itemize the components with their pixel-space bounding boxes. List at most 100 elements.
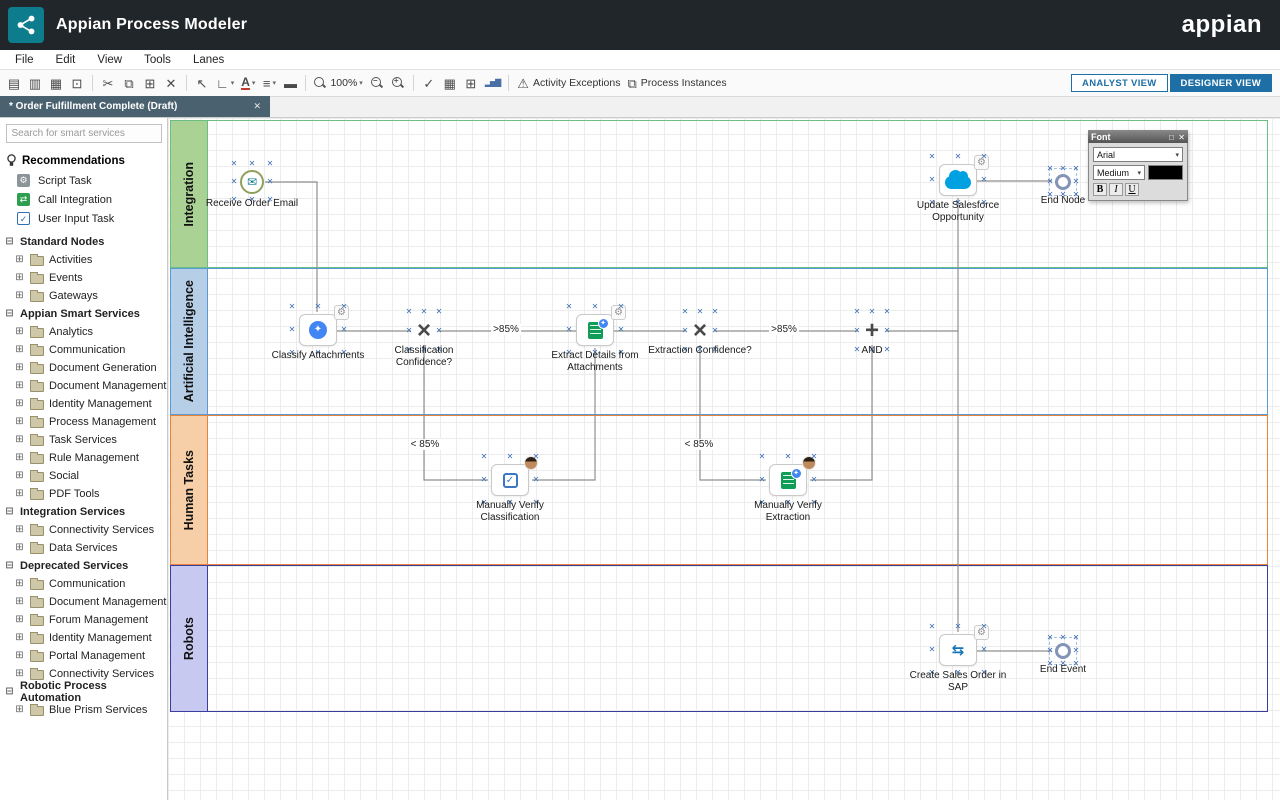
palette-item-portal-management[interactable]: ⊞Portal Management [0,647,167,665]
menu-lanes[interactable]: Lanes [182,52,235,68]
palette-item-identity-management[interactable]: ⊞Identity Management [0,629,167,647]
mail-start-icon[interactable]: ✉✕✕✕✕✕✕✕✕ [240,170,264,194]
minimize-icon[interactable]: □ [1169,133,1174,142]
palette-section-standard-nodes[interactable]: ⊟Standard Nodes [0,233,167,251]
palette-section-robotic-process-automation[interactable]: ⊟Robotic Process Automation [0,683,167,701]
align-icon[interactable]: ▬ [280,73,300,94]
font-family-select[interactable]: Arial ▾ [1093,147,1183,162]
palette-item-identity-management[interactable]: ⊞Identity Management [0,395,167,413]
collapse-icon[interactable]: ⊟ [4,237,15,247]
xor-gateway-icon[interactable]: ×✕✕✕✕✕✕✕✕ [693,320,707,342]
expand-icon[interactable]: ⊞ [14,633,25,643]
expand-icon[interactable]: ⊞ [14,345,25,355]
palette-item-document-management[interactable]: ⊞Document Management [0,377,167,395]
menu-edit[interactable]: Edit [45,52,87,68]
expand-icon[interactable]: ⊞ [14,615,25,625]
gear-icon[interactable]: ⚙ [974,155,989,170]
expand-icon[interactable]: ⊞ [14,327,25,337]
tab-order-fulfillment[interactable]: * Order Fulfillment Complete (Draft) ✕ [0,96,270,117]
grid-view-icon[interactable]: ▦ [440,73,460,94]
palette-item-process-management[interactable]: ⊞Process Management [0,413,167,431]
activity-exceptions-button[interactable]: ⚠Activity Exceptions [514,73,623,94]
expand-icon[interactable]: ⊞ [14,705,25,715]
palette-item-document-generation[interactable]: ⊞Document Generation [0,359,167,377]
text-label-icon[interactable]: A▾ [238,73,258,94]
connector-icon[interactable]: ∟▾ [213,73,237,94]
delete-icon[interactable]: ✕ [161,73,181,94]
task-icon[interactable]: ⇆⚙✕✕✕✕✕✕✕✕ [939,634,977,666]
menu-tools[interactable]: Tools [133,52,182,68]
palette-item-connectivity-services[interactable]: ⊞Connectivity Services [0,521,167,539]
palette-section-deprecated-services[interactable]: ⊟Deprecated Services [0,557,167,575]
expand-icon[interactable]: ⊞ [14,597,25,607]
palette-item-activities[interactable]: ⊞Activities [0,251,167,269]
process-canvas[interactable]: IntegrationArtificial IntelligenceHuman … [168,118,1280,800]
designer-view-button[interactable]: DESIGNER VIEW [1170,74,1272,92]
search-input[interactable] [6,124,162,143]
task-icon[interactable]: ✦⚙✕✕✕✕✕✕✕✕ [299,314,337,346]
palette-item-events[interactable]: ⊞Events [0,269,167,287]
end-event-icon[interactable]: ✕✕✕✕✕✕✕✕ [1055,643,1071,659]
save-icon[interactable]: ▦ [46,73,66,94]
close-icon[interactable]: ✕ [1178,133,1185,142]
chart-icon[interactable]: ▂▅▇ [482,73,503,94]
expand-icon[interactable]: ⊞ [14,291,25,301]
expand-icon[interactable]: ⊞ [14,381,25,391]
print-icon[interactable]: ⊡ [67,73,87,94]
palette-item-social[interactable]: ⊞Social [0,467,167,485]
new-process-icon[interactable]: ▤ [4,73,24,94]
zoom-out-icon[interactable]: − [367,73,387,94]
expand-icon[interactable]: ⊞ [14,435,25,445]
italic-button[interactable]: I [1109,183,1123,196]
palette-item-user-input-task[interactable]: ✓User Input Task [0,209,167,228]
expand-icon[interactable]: ⊞ [14,543,25,553]
expand-icon[interactable]: ⊞ [14,525,25,535]
paste-icon[interactable]: ⊞ [140,73,160,94]
analyst-view-button[interactable]: ANALYST VIEW [1071,74,1168,92]
expand-icon[interactable]: ⊞ [14,651,25,661]
cut-icon[interactable]: ✂ [98,73,118,94]
palette-section-appian-smart-services[interactable]: ⊟Appian Smart Services [0,305,167,323]
font-dialog-titlebar[interactable]: Font □ ✕ [1088,130,1188,143]
and-gateway-icon[interactable]: +✕✕✕✕✕✕✕✕ [865,320,879,342]
expand-icon[interactable]: ⊞ [14,579,25,589]
palette-item-communication[interactable]: ⊞Communication [0,575,167,593]
expand-icon[interactable]: ⊞ [14,471,25,481]
palette-item-rule-management[interactable]: ⊞Rule Management [0,449,167,467]
palette-section-integration-services[interactable]: ⊟Integration Services [0,503,167,521]
flow-connector[interactable] [810,345,872,480]
task-icon[interactable]: ✓✕✕✕✕✕✕✕✕ [491,464,529,496]
palette-item-analytics[interactable]: ⊞Analytics [0,323,167,341]
collapse-icon[interactable]: ⊟ [4,309,15,319]
task-icon[interactable]: ✦✕✕✕✕✕✕✕✕ [769,464,807,496]
end-event-icon[interactable]: ✕✕✕✕✕✕✕✕ [1055,174,1071,190]
palette-item-communication[interactable]: ⊞Communication [0,341,167,359]
xor-gateway-icon[interactable]: ×✕✕✕✕✕✕✕✕ [417,320,431,342]
open-icon[interactable]: ▥ [25,73,45,94]
zoom-level-select[interactable]: 100%▾ [311,73,365,94]
expand-icon[interactable]: ⊞ [14,669,25,679]
expand-icon[interactable]: ⊞ [14,255,25,265]
font-color-swatch[interactable] [1148,165,1183,180]
task-icon[interactable]: ✦⚙✕✕✕✕✕✕✕✕ [576,314,614,346]
palette-item-document-management[interactable]: ⊞Document Management [0,593,167,611]
tab-close-icon[interactable]: ✕ [253,101,261,112]
process-instances-button[interactable]: ⧉Process Instances [624,73,729,94]
line-style-icon[interactable]: ≡▾ [259,73,279,94]
bold-button[interactable]: B [1093,183,1107,196]
palette-item-call-integration[interactable]: ⇄Call Integration [0,190,167,209]
expand-icon[interactable]: ⊞ [14,453,25,463]
zoom-in-icon[interactable]: + [388,73,408,94]
gear-icon[interactable]: ⚙ [974,625,989,640]
menu-file[interactable]: File [4,52,45,68]
pointer-icon[interactable]: ↖ [192,73,212,94]
expand-icon[interactable]: ⊞ [14,399,25,409]
expand-icon[interactable]: ⊞ [14,489,25,499]
gear-icon[interactable]: ⚙ [334,305,349,320]
collapse-icon[interactable]: ⊟ [4,687,15,697]
collapse-icon[interactable]: ⊟ [4,561,15,571]
copy-icon[interactable]: ⧉ [119,73,139,94]
task-icon[interactable]: ⚙✕✕✕✕✕✕✕✕ [939,164,977,196]
font-size-select[interactable]: Medium ▾ [1093,165,1145,180]
palette-item-pdf-tools[interactable]: ⊞PDF Tools [0,485,167,503]
